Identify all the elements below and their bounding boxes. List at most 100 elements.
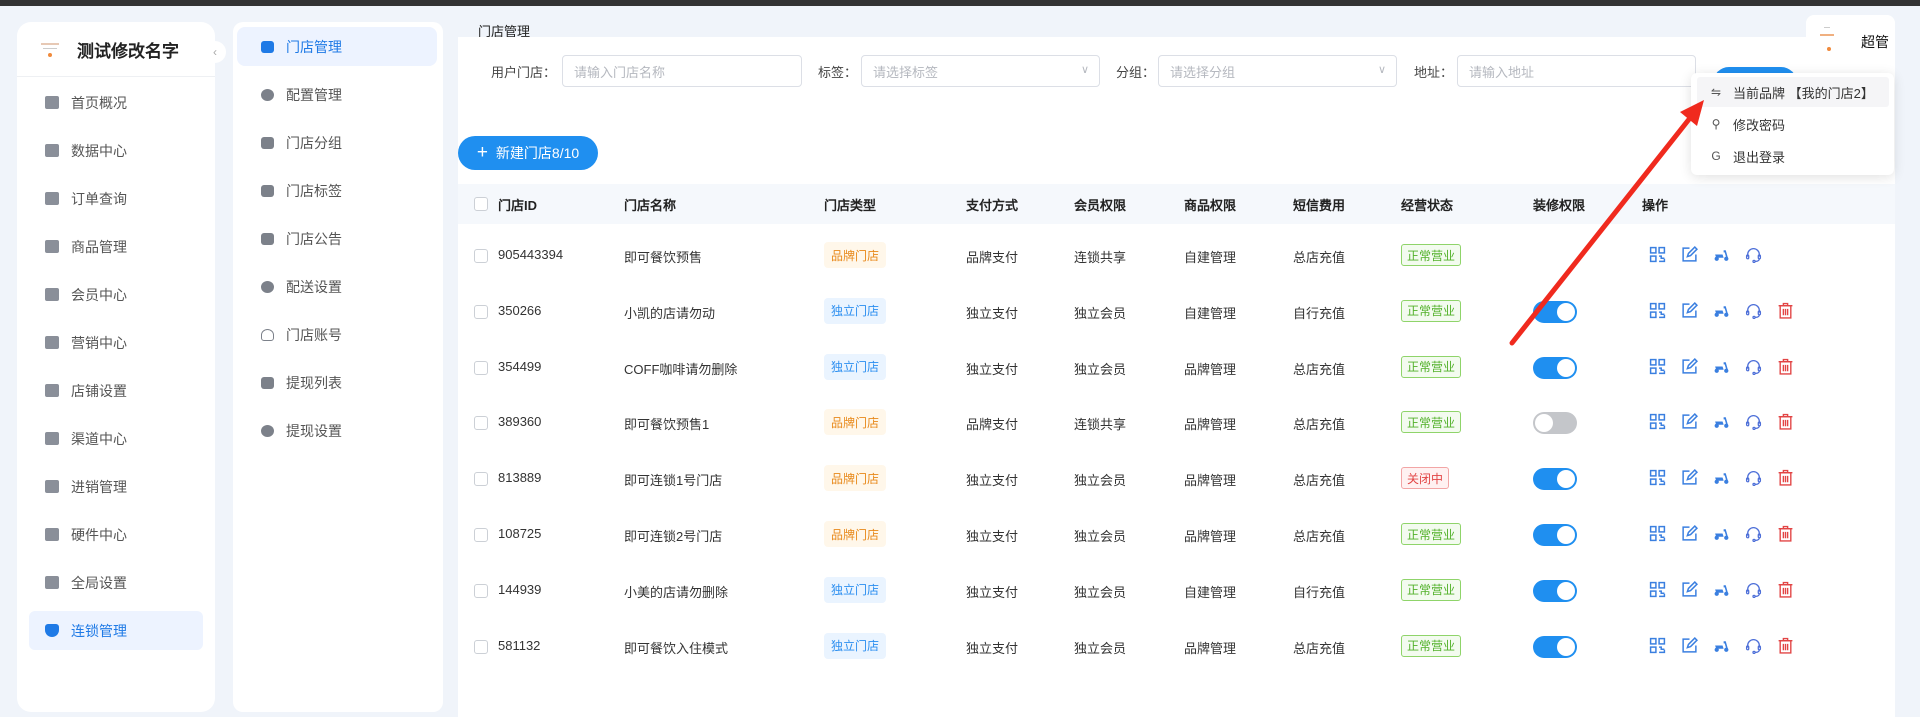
user-menu-trigger[interactable]: 超管 xyxy=(1806,15,1895,67)
customer-service-icon[interactable] xyxy=(1745,358,1762,375)
qr-code-icon[interactable] xyxy=(1649,637,1666,654)
tag-select[interactable]: 请选择标签 ∨ xyxy=(861,55,1100,87)
qr-code-icon[interactable] xyxy=(1649,469,1666,486)
menu-icon xyxy=(45,96,59,109)
customer-service-icon[interactable] xyxy=(1745,469,1762,487)
dropdown-item[interactable]: G 退出登录 xyxy=(1697,141,1889,171)
row-checkbox[interactable] xyxy=(474,472,488,487)
row-checkbox[interactable] xyxy=(474,583,488,598)
sidebar-item[interactable]: 渠道中心 xyxy=(29,419,203,458)
edit-icon[interactable] xyxy=(1681,246,1698,263)
placeholder: 请输入门店名称 xyxy=(574,64,666,80)
submenu-item-label: 门店标签 xyxy=(286,182,342,199)
edit-icon[interactable] xyxy=(1681,413,1698,430)
decoration-permission-toggle[interactable] xyxy=(1533,468,1577,491)
delete-icon[interactable] xyxy=(1777,581,1794,598)
customer-service-icon[interactable] xyxy=(1745,302,1762,319)
row-checkbox[interactable] xyxy=(474,304,488,319)
cell-member: 连锁共享 xyxy=(1074,417,1127,433)
submenu-item[interactable]: 门店账号 xyxy=(237,315,437,354)
delivery-scooter-icon[interactable] xyxy=(1713,469,1730,486)
decoration-permission-toggle[interactable] xyxy=(1533,524,1577,546)
store-name-input[interactable]: 请输入门店名称 xyxy=(562,55,802,87)
sidebar-item[interactable]: 店铺设置 xyxy=(29,371,203,410)
dropdown-item[interactable]: ⇋ 当前品牌 【我的门店2】 xyxy=(1697,77,1889,107)
sidebar-item[interactable]: 会员中心 xyxy=(29,275,203,314)
submenu-item-label: 提现设置 xyxy=(286,422,342,439)
cell-pay: 独立支付 xyxy=(966,361,1019,377)
delete-icon[interactable] xyxy=(1777,413,1794,431)
delivery-scooter-icon[interactable] xyxy=(1713,525,1730,542)
qr-code-icon[interactable] xyxy=(1649,581,1666,598)
menu-icon xyxy=(45,624,59,637)
submenu-item[interactable]: 配置管理 xyxy=(237,75,437,114)
sidebar-item[interactable]: 硬件中心 xyxy=(29,515,203,554)
sidebar-item[interactable]: 商品管理 xyxy=(29,227,203,266)
address-input[interactable]: 请输入地址 xyxy=(1457,55,1696,87)
cell-id: 354499 xyxy=(498,358,542,374)
qr-code-icon[interactable] xyxy=(1649,302,1666,319)
delivery-scooter-icon[interactable] xyxy=(1713,637,1730,654)
new-store-button[interactable]: + 新建门店8/10 xyxy=(458,136,598,170)
qr-code-icon[interactable] xyxy=(1649,525,1666,542)
submenu-item[interactable]: 门店公告 xyxy=(237,219,437,258)
customer-service-icon[interactable] xyxy=(1745,637,1762,654)
submenu-item[interactable]: 门店管理 xyxy=(237,27,437,66)
qr-code-icon[interactable] xyxy=(1649,358,1666,375)
row-checkbox[interactable] xyxy=(474,249,488,263)
decoration-permission-toggle[interactable] xyxy=(1533,635,1577,658)
cell-type: 品牌门店 xyxy=(824,409,887,436)
cell-type: 独立门店 xyxy=(824,297,887,324)
row-checkbox[interactable] xyxy=(474,639,488,654)
dropdown-item[interactable]: ⚲ 修改密码 xyxy=(1697,109,1889,139)
edit-icon[interactable] xyxy=(1681,636,1698,654)
customer-service-icon[interactable] xyxy=(1745,246,1762,264)
delete-icon[interactable] xyxy=(1777,302,1794,319)
delivery-scooter-icon[interactable] xyxy=(1713,302,1730,319)
edit-icon[interactable] xyxy=(1681,580,1698,598)
sidebar-item[interactable]: 首页概况 xyxy=(29,83,203,122)
group-select[interactable]: 请选择分组 ∨ xyxy=(1158,55,1397,87)
collapse-sidebar-button[interactable]: ‹ xyxy=(204,41,226,63)
cell-type: 品牌门店 xyxy=(824,465,887,492)
delivery-scooter-icon[interactable] xyxy=(1713,581,1730,598)
sidebar-item[interactable]: 数据中心 xyxy=(29,131,203,170)
delivery-scooter-icon[interactable] xyxy=(1713,413,1730,430)
delete-icon[interactable] xyxy=(1777,469,1794,486)
submenu-item[interactable]: 提现设置 xyxy=(237,411,437,450)
qr-code-icon[interactable] xyxy=(1649,246,1666,263)
cell-status: 正常营业 xyxy=(1401,523,1462,545)
edit-icon[interactable] xyxy=(1681,301,1698,319)
row-checkbox[interactable] xyxy=(474,360,488,375)
cell-pay: 品牌支付 xyxy=(966,417,1019,433)
decoration-permission-toggle[interactable] xyxy=(1533,356,1577,379)
sidebar-item[interactable]: 连锁管理 xyxy=(29,611,203,650)
customer-service-icon[interactable] xyxy=(1745,581,1762,598)
decoration-permission-toggle[interactable] xyxy=(1533,300,1577,323)
delivery-scooter-icon[interactable] xyxy=(1713,246,1730,263)
edit-icon[interactable] xyxy=(1681,357,1698,375)
submenu-item[interactable]: 配送设置 xyxy=(237,267,437,306)
submenu-item[interactable]: 门店标签 xyxy=(237,171,437,210)
sidebar-item[interactable]: 订单查询 xyxy=(29,179,203,218)
edit-icon[interactable] xyxy=(1681,469,1698,486)
edit-icon[interactable] xyxy=(1681,525,1698,542)
customer-service-icon[interactable] xyxy=(1745,413,1762,431)
delete-icon[interactable] xyxy=(1777,525,1794,542)
submenu-item-label: 提现列表 xyxy=(286,374,342,391)
select-all-checkbox[interactable] xyxy=(474,197,488,211)
sidebar-item[interactable]: 营销中心 xyxy=(29,323,203,362)
delete-icon[interactable] xyxy=(1777,637,1794,654)
sidebar-item[interactable]: 全局设置 xyxy=(29,563,203,602)
row-checkbox[interactable] xyxy=(474,528,488,542)
row-checkbox[interactable] xyxy=(474,416,488,431)
submenu-item[interactable]: 提现列表 xyxy=(237,363,437,402)
decoration-permission-toggle[interactable] xyxy=(1533,579,1577,602)
submenu-item[interactable]: 门店分组 xyxy=(237,123,437,162)
qr-code-icon[interactable] xyxy=(1649,413,1666,430)
decoration-permission-toggle[interactable] xyxy=(1533,412,1577,435)
delivery-scooter-icon[interactable] xyxy=(1713,358,1730,375)
sidebar-item[interactable]: 进销管理 xyxy=(29,467,203,506)
customer-service-icon[interactable] xyxy=(1745,525,1762,543)
delete-icon[interactable] xyxy=(1777,358,1794,375)
